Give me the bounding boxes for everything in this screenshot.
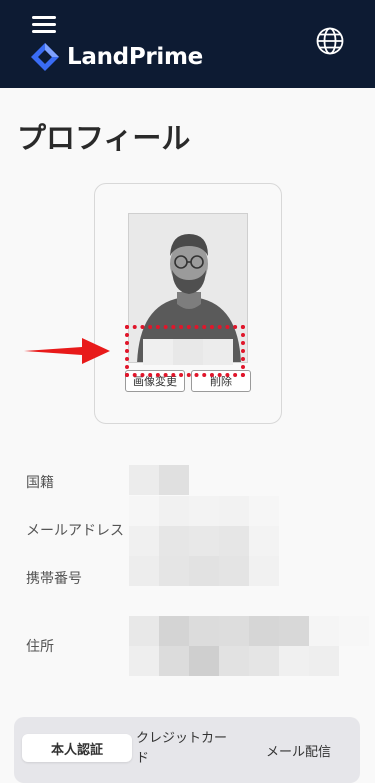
logo-diamond-icon — [31, 43, 59, 71]
tab-identity-verification[interactable]: 本人認証 — [22, 734, 132, 762]
highlight-annotation-box — [125, 325, 245, 377]
redacted-phone — [129, 556, 279, 586]
address-label: 住所 — [26, 639, 54, 655]
brand-name: LandPrime — [67, 44, 203, 70]
hamburger-menu-icon[interactable] — [32, 16, 56, 34]
page-title: プロフィール — [17, 121, 191, 155]
tab-credit-card[interactable]: クレジットカード — [136, 729, 236, 769]
globe-icon[interactable] — [315, 26, 345, 56]
phone-label: 携帯番号 — [26, 571, 82, 587]
nationality-label: 国籍 — [26, 475, 54, 491]
redacted-email — [129, 496, 279, 556]
red-arrow-right-icon — [24, 338, 110, 364]
brand-logo[interactable]: LandPrime — [30, 42, 203, 72]
email-label: メールアドレス — [26, 523, 124, 539]
top-app-bar: LandPrime — [0, 0, 375, 88]
bottom-tab-bar: 本人認証 クレジットカード メール配信 — [14, 717, 360, 783]
redacted-address — [129, 616, 369, 676]
tab-mail-delivery[interactable]: メール配信 — [266, 741, 331, 760]
redacted-nationality — [129, 465, 189, 495]
